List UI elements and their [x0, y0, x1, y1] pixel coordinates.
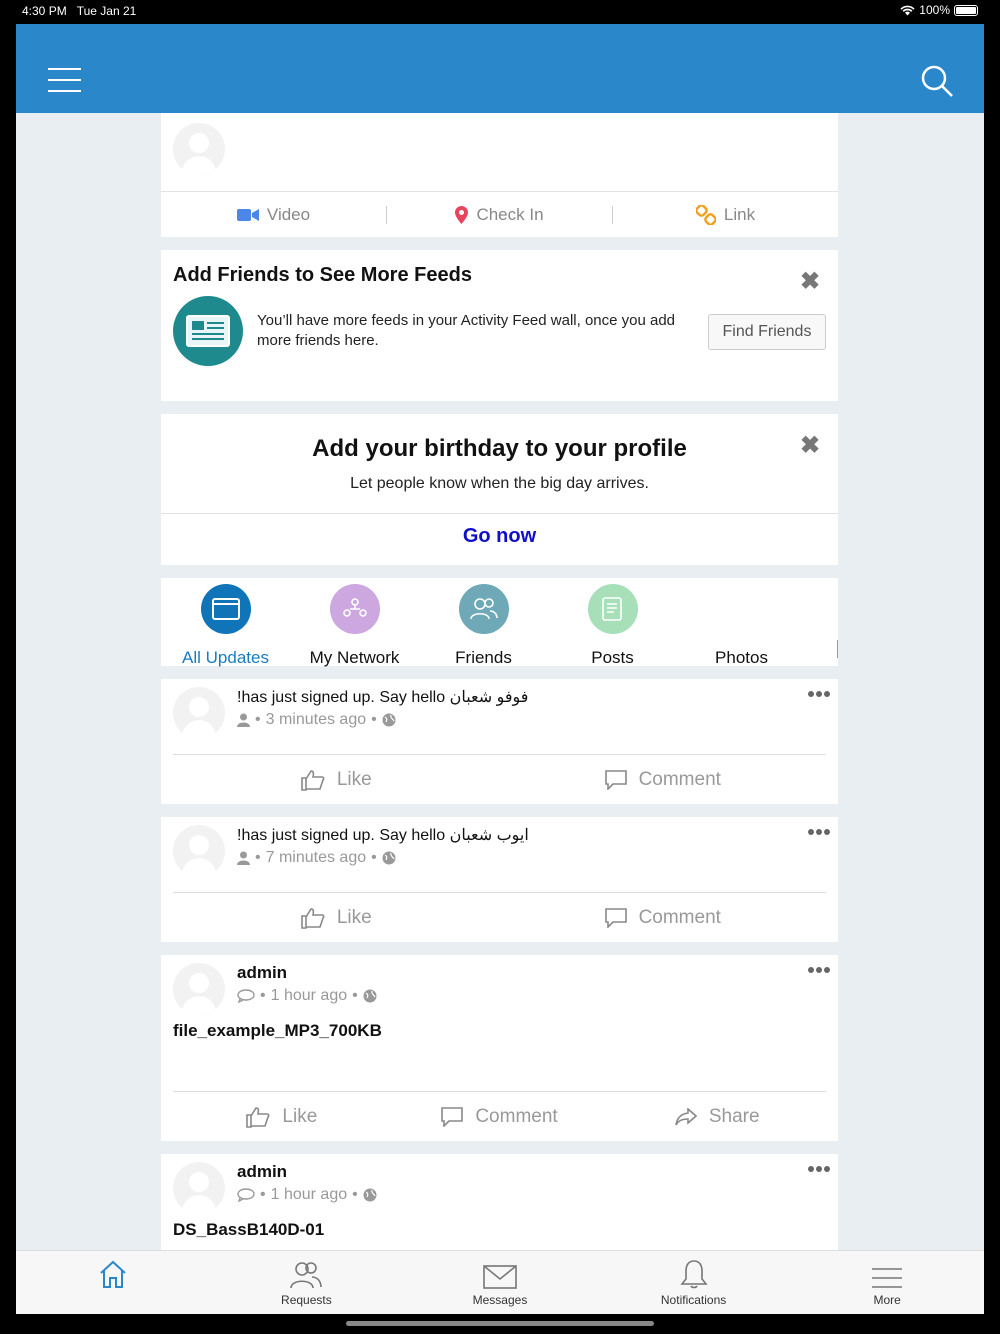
- add-friends-description: You’ll have more feeds in your Activity …: [257, 312, 676, 349]
- status-time: 4:30 PM Tue Jan 21: [22, 4, 137, 18]
- comment-icon: [441, 1106, 464, 1127]
- like-button[interactable]: Like: [173, 755, 500, 804]
- nav-requests[interactable]: Requests: [210, 1251, 404, 1314]
- globe-icon: [382, 851, 396, 865]
- more-options-icon[interactable]: [808, 1166, 830, 1172]
- hamburger-menu-icon[interactable]: [48, 68, 81, 92]
- nav-home[interactable]: [16, 1251, 210, 1314]
- nav-notifications[interactable]: Notifications: [597, 1251, 791, 1314]
- search-icon[interactable]: [920, 64, 954, 98]
- globe-icon: [382, 713, 396, 727]
- status-composer[interactable]: Video Check In Link: [161, 113, 838, 237]
- birthday-subtitle: Let people know when the big day arrives…: [350, 475, 649, 492]
- avatar[interactable]: [173, 1162, 225, 1214]
- link-icon: [695, 204, 716, 225]
- avatar[interactable]: [173, 825, 225, 877]
- find-friends-button[interactable]: Find Friends: [708, 314, 826, 350]
- avatar: [173, 123, 225, 175]
- like-button[interactable]: Like: [173, 893, 500, 942]
- post-author[interactable]: admin: [237, 1162, 287, 1182]
- share-icon: [675, 1107, 697, 1125]
- birthday-card: Add your birthday to your profile ✖ Let …: [161, 414, 838, 565]
- globe-icon: [363, 989, 377, 1003]
- close-icon[interactable]: ✖: [800, 270, 820, 294]
- post-body: file_example_MP3_700KB: [173, 1021, 382, 1040]
- feed-filter-tabs: All Updates My Network Friends Posts Pho…: [161, 578, 838, 668]
- top-bar: [16, 24, 984, 113]
- close-icon[interactable]: ✖: [800, 434, 820, 458]
- video-icon: [236, 208, 259, 221]
- add-friends-card: Add Friends to See More Feeds ✖ You’ll h…: [161, 250, 838, 401]
- nav-more[interactable]: More: [790, 1251, 984, 1314]
- globe-icon: [363, 1188, 377, 1202]
- document-icon: [587, 584, 638, 634]
- nav-messages[interactable]: Messages: [403, 1251, 597, 1314]
- post-author[interactable]: admin: [237, 963, 287, 983]
- home-icon: [100, 1260, 126, 1288]
- more-options-icon[interactable]: [808, 967, 830, 973]
- app-window: Video Check In Link Add Friends to See M…: [16, 24, 984, 1314]
- birthday-title: Add your birthday to your profile: [312, 435, 687, 462]
- thumbs-up-icon: [301, 769, 325, 791]
- comment-button[interactable]: Comment: [500, 893, 827, 942]
- post-meta: • 1 hour ago •: [237, 987, 377, 1005]
- browser-window-icon: [200, 584, 251, 634]
- check-in-button[interactable]: Check In: [387, 192, 612, 237]
- thumbs-up-icon: [246, 1106, 270, 1128]
- post-text: !has just signed up. Say hello فوفو شعبا…: [237, 689, 529, 706]
- comment-icon: [237, 989, 255, 1003]
- share-button[interactable]: Share: [608, 1092, 826, 1141]
- like-button[interactable]: Like: [173, 1092, 391, 1141]
- requests-icon: [290, 1262, 323, 1289]
- tab-friends[interactable]: Friends: [419, 578, 548, 668]
- comment-icon: [237, 1188, 255, 1202]
- link-button[interactable]: Link: [613, 192, 838, 237]
- post-actions: Like Comment: [173, 892, 826, 942]
- comment-button[interactable]: Comment: [391, 1092, 609, 1141]
- tab-photos[interactable]: Photos: [677, 578, 806, 668]
- post-meta: • 1 hour ago •: [237, 1186, 377, 1204]
- mail-icon: [483, 1265, 517, 1289]
- more-options-icon[interactable]: [808, 691, 830, 697]
- battery-icon: [954, 4, 978, 16]
- status-bar: 4:30 PM Tue Jan 21 100%: [0, 0, 1000, 24]
- post-meta: • 3 minutes ago •: [237, 711, 396, 729]
- wifi-icon: [900, 5, 915, 15]
- feed-post: !has just signed up. Say hello ايوب شعبا…: [161, 817, 838, 942]
- user-icon: [237, 713, 250, 727]
- post-text: !has just signed up. Say hello ايوب شعبا…: [237, 827, 529, 844]
- feed-post: !has just signed up. Say hello فوفو شعبا…: [161, 679, 838, 804]
- post-body: DS_BassB140D-01: [173, 1220, 325, 1239]
- friends-icon: [458, 584, 509, 634]
- location-pin-icon: [455, 205, 469, 224]
- tab-my-network[interactable]: My Network: [290, 578, 419, 668]
- network-icon: [329, 584, 380, 634]
- add-friends-title: Add Friends to See More Feeds: [173, 264, 472, 286]
- avatar[interactable]: [173, 963, 225, 1015]
- comment-button[interactable]: Comment: [500, 755, 827, 804]
- avatar[interactable]: [173, 687, 225, 739]
- menu-icon: [872, 1268, 903, 1288]
- tab-posts[interactable]: Posts: [548, 578, 677, 668]
- thumbs-up-icon: [301, 907, 325, 929]
- composer-actions: Video Check In Link: [161, 191, 838, 237]
- post-actions: Like Comment: [173, 754, 826, 804]
- newsfeed-icon: [173, 296, 243, 366]
- go-now-link[interactable]: Go now: [161, 525, 838, 548]
- tab-all-updates[interactable]: All Updates: [161, 578, 290, 668]
- post-meta: • 7 minutes ago •: [237, 849, 396, 867]
- more-options-icon[interactable]: [808, 829, 830, 835]
- home-indicator[interactable]: [346, 1321, 654, 1326]
- user-icon: [237, 851, 250, 865]
- feed-post: admin • 1 hour ago • DS_BassB140D-01: [161, 1154, 838, 1254]
- video-button[interactable]: Video: [161, 192, 386, 237]
- battery-percent: 100%: [919, 3, 950, 17]
- feed-post: admin • 1 hour ago • file_example_MP3_700K…: [161, 955, 838, 1141]
- bottom-navigation: Requests Messages Notifications More: [16, 1250, 984, 1314]
- post-actions: Like Comment Share: [173, 1091, 826, 1141]
- comment-icon: [604, 769, 627, 790]
- bell-icon: [679, 1260, 708, 1289]
- comment-icon: [604, 907, 627, 928]
